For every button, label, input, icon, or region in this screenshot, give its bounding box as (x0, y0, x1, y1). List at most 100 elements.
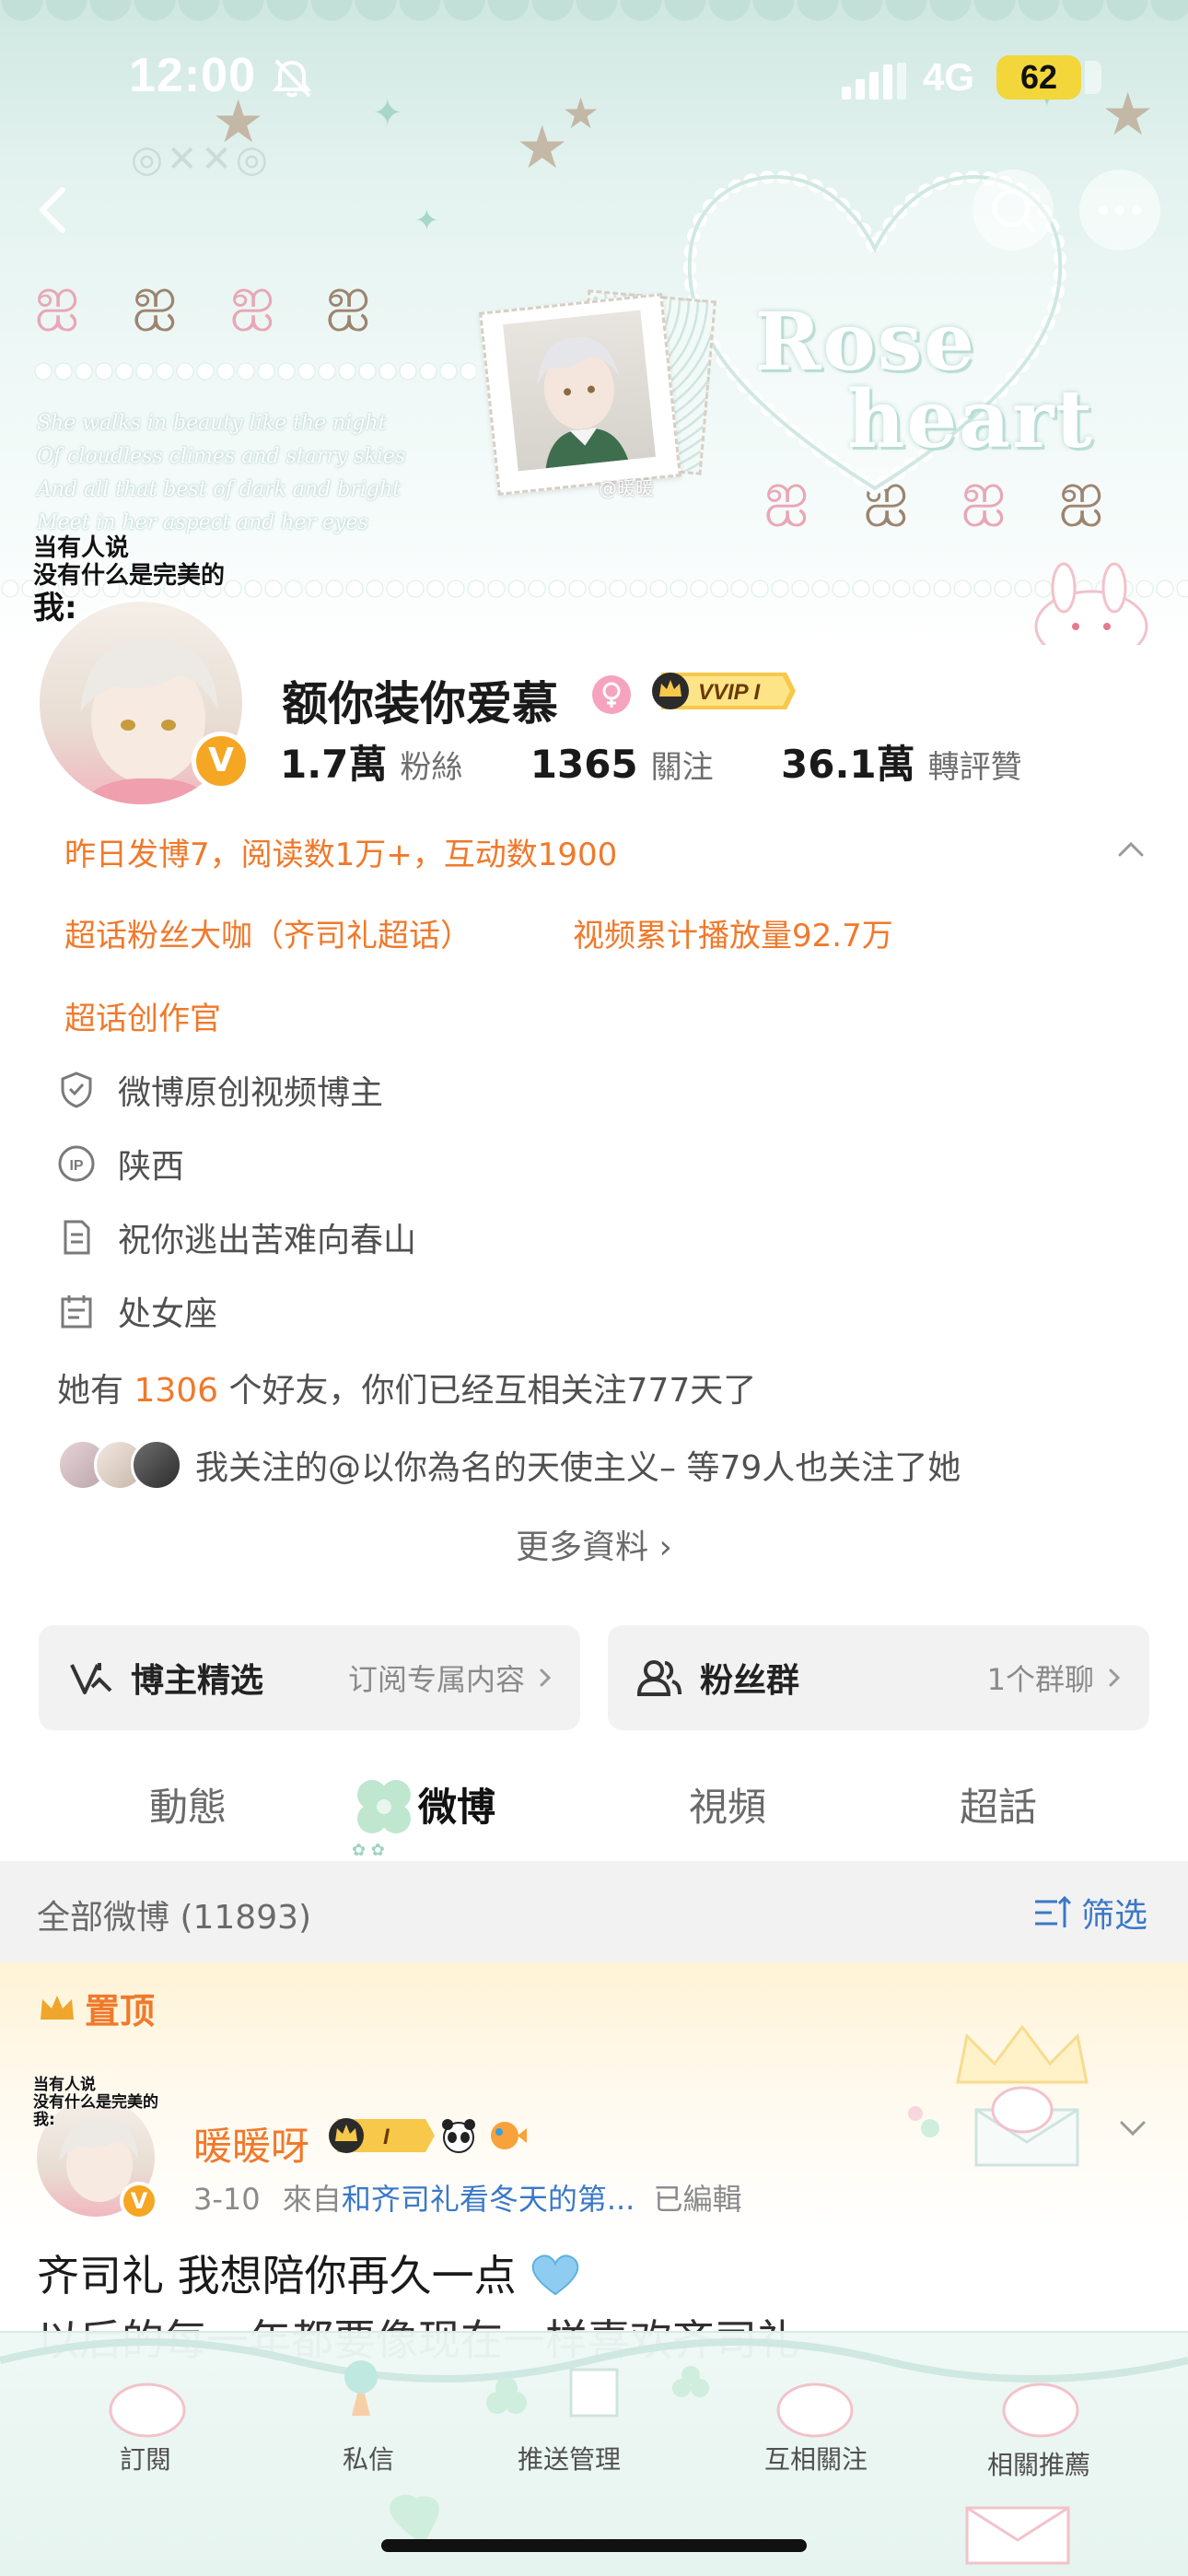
stat-value: 36.1萬 (781, 742, 915, 787)
post-meta: 3-10 來自和齐司礼看冬天的第... 已編輯 (193, 2176, 742, 2219)
stat-fans[interactable]: 1.7萬 粉絲 (280, 733, 462, 790)
vvip-label: VVIP I (698, 680, 761, 705)
friends-prefix: 她有 (57, 1372, 124, 1410)
post-date: 3-10 (193, 2182, 261, 2217)
pearl-string-decoration (33, 361, 475, 381)
female-gender-icon (592, 675, 631, 714)
bottom-subscribe[interactable]: 訂閱 (53, 2440, 238, 2476)
bow-decoration: ஐ (35, 265, 80, 330)
post-author-avatar[interactable]: 当有人说 没有什么是完美的 我: V (33, 2077, 171, 2224)
post-text-line: 齐司礼 我想陪你再久一点 (37, 2251, 517, 2301)
rose-heart-title: Rose heart (755, 303, 1094, 466)
chevron-down-icon[interactable] (1114, 2110, 1151, 2147)
rose-text-line: heart (847, 373, 1094, 466)
pinned-text: 置顶 (85, 1991, 156, 2032)
vip-level-badge: I (329, 2118, 435, 2153)
filter-label: 筛选 (1080, 1897, 1147, 1935)
stat-reposts-comments-likes[interactable]: 36.1萬 轉評贊 (781, 733, 1022, 790)
crown-envelope-decoration (908, 2024, 1089, 2167)
calendar-icon (61, 1295, 92, 1329)
fan-group-card[interactable]: 粉丝群 1个群聊 (608, 1625, 1149, 1730)
tab-videos[interactable]: 視頻 (635, 1776, 820, 1832)
stat-value: 1.7萬 (280, 742, 388, 787)
post-avatar-caption-line: 当有人说 (33, 2076, 96, 2094)
filter-button[interactable]: 筛选 (1033, 1889, 1147, 1937)
tag-super-topic-fan[interactable]: 超话粉丝大咖（齐司礼超话） (64, 910, 472, 955)
friends-summary: 她有 1306 个好友，你们已经互相关注777天了 (57, 1364, 756, 1411)
avatar-caption-line: 我: (33, 590, 77, 626)
verified-v-badge: V (120, 2182, 158, 2220)
chevron-up-icon[interactable] (1112, 831, 1149, 868)
tab-dynamics[interactable]: 動態 (96, 1776, 280, 1832)
crown-icon (41, 1995, 74, 2020)
back-button[interactable] (15, 170, 96, 251)
stamp-caption: @暖暖 (599, 477, 654, 499)
chevron-left-icon (40, 187, 65, 233)
stat-label: 轉評贊 (927, 749, 1022, 786)
profile-avatar[interactable]: 当有人说 没有什么是完美的 我: V (33, 534, 254, 807)
info-text: 处女座 (118, 1295, 218, 1333)
battery-indicator: 62 (996, 55, 1101, 100)
cellular-signal-icon (842, 63, 906, 100)
info-text: 祝你逃出苦难向春山 (118, 1222, 417, 1259)
profile-username[interactable]: 额你装你爱慕 (282, 667, 558, 733)
bow-decoration: ஐ (133, 265, 178, 330)
info-row-verification: 微博原创视频博主 (57, 1067, 383, 1113)
post-source[interactable]: 和齐司礼看冬天的第... (342, 2182, 635, 2217)
post-content[interactable]: 齐司礼 我想陪你再久一点 (37, 2248, 1160, 2303)
post-author-badges: I (326, 2115, 529, 2156)
stat-value: 1365 (530, 742, 638, 787)
cover-poem: She walks in beauty like the night Of cl… (37, 407, 516, 540)
silent-bell-icon (272, 59, 312, 98)
mutual-text: 我关注的@以你為名的天使主义– 等79人也关注了她 (195, 1449, 961, 1487)
svg-text:✿ ✿: ✿ ✿ (352, 1841, 385, 1859)
bow-decoration: ஐ (230, 265, 275, 330)
portrait-stamp (479, 289, 717, 496)
info-text: 陕西 (118, 1148, 185, 1186)
post-avatar-caption-line: 没有什么是完美的 (33, 2093, 158, 2112)
vvip-badge[interactable]: VVIP I (648, 669, 798, 713)
shield-icon (61, 1071, 92, 1108)
stat-label: 粉絲 (400, 749, 463, 786)
more-options-button[interactable] (1079, 170, 1160, 251)
filter-icon (1034, 1895, 1072, 1927)
post-avatar-caption: 当有人说 没有什么是完美的 我: (33, 2077, 158, 2129)
info-row-zodiac: 处女座 (57, 1288, 217, 1334)
more-dots-icon (1099, 205, 1141, 215)
tab-super-topics[interactable]: 超話 (906, 1776, 1090, 1832)
home-indicator[interactable] (381, 2539, 807, 2552)
tag-video-plays[interactable]: 视频累计播放量92.7万 (573, 910, 893, 955)
post-author-name[interactable]: 暖暖呀 (193, 2115, 309, 2172)
circle-x-decoration: ◎✕✕◎ (131, 138, 272, 181)
friends-count[interactable]: 1306 (134, 1372, 218, 1410)
pufferfish-icon (491, 2122, 527, 2149)
poem-line: She walks in beauty like the night (37, 412, 387, 435)
bottom-message[interactable]: 私信 (276, 2440, 460, 2476)
bottom-mutual-follow[interactable]: 互相關注 (724, 2440, 908, 2476)
creator-picks-icon (70, 1663, 112, 1694)
search-button[interactable] (973, 170, 1054, 251)
profile-stats: 1.7萬 粉絲 1365 關注 36.1萬 轉評贊 (280, 733, 1077, 790)
card-title: 粉丝群 (700, 1662, 800, 1700)
bunny-decoration (1034, 562, 1148, 645)
poem-line: Of cloudless climes and starry skies (37, 445, 406, 468)
bottom-push-management[interactable]: 推送管理 (477, 2440, 661, 2476)
more-info-link[interactable]: 更多資料 › (0, 1520, 1188, 1568)
avatar-caption-line: 没有什么是完美的 (33, 562, 226, 590)
card-title: 博主精选 (131, 1662, 264, 1700)
mini-avatar (131, 1439, 182, 1491)
card-subtitle: 1个群聊 (986, 1662, 1094, 1697)
card-subtitle: 订阅专属内容 (347, 1662, 525, 1697)
profile-page: ★ ★ ★ ★ ★ ✦ ✦ ✦ ◎✕✕◎ ஐ ஐ ஐ ஐ ஐ ஐ ஐ ஐ She… (0, 0, 1188, 2576)
post-edited: 已編輯 (653, 2182, 742, 2217)
chevron-right-icon (540, 1669, 552, 1687)
bottom-related-recommend[interactable]: 相關推薦 (947, 2445, 1131, 2482)
tab-weibo[interactable]: 微博 (365, 1776, 549, 1832)
friends-suffix: 个好友，你们已经互相关注777天了 (228, 1372, 757, 1410)
tag-super-topic-creator[interactable]: 超话创作官 (64, 993, 221, 1038)
post-source-prefix: 來自 (282, 2182, 342, 2217)
creator-picks-card[interactable]: 博主精选 订阅专属内容 (39, 1625, 580, 1730)
panda-icon (442, 2119, 475, 2153)
mutual-followers-row[interactable]: 我关注的@以你為名的天使主义– 等79人也关注了她 (57, 1435, 961, 1494)
stat-following[interactable]: 1365 關注 (530, 742, 714, 787)
